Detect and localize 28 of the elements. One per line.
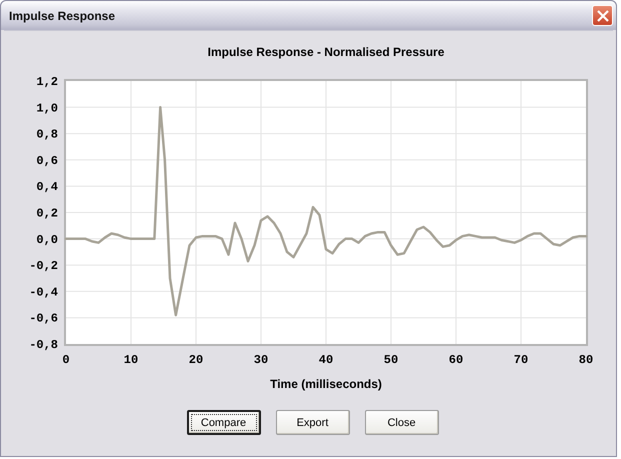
y-tick-label: 1,2 [36,75,58,89]
y-tick-label: -0,6 [29,312,58,326]
y-tick-label: 0,4 [36,180,58,194]
dialog-button[interactable]: Export [276,410,350,435]
close-icon [596,10,608,22]
x-tick-label: 0 [62,353,70,367]
x-tick-label: 10 [124,353,138,367]
y-tick-label: -0,4 [29,285,58,300]
x-tick-label: 70 [514,353,528,367]
x-tick-label: 20 [188,353,204,367]
x-tick-label: 50 [384,353,398,367]
chart-title: Impulse Response - Normalised Pressure [208,45,444,59]
close-button[interactable] [592,5,613,26]
x-tick-label: 40 [318,353,334,367]
y-tick-label: 0,0 [36,232,58,247]
y-tick-label: -0,2 [29,259,58,274]
y-tick-label: 1,0 [36,101,58,116]
x-axis-label: Time (milliseconds) [270,377,382,391]
y-tick-label: 0,6 [36,154,58,168]
x-tick-label: 80 [578,353,594,367]
y-tick-label: -0,8 [29,338,58,352]
window-title: Impulse Response [9,8,116,22]
x-tick-label: 60 [448,353,464,367]
x-tick-label: 30 [254,353,268,367]
y-tick-label: 0,2 [36,206,58,220]
dialog-button[interactable]: Close [364,410,438,435]
y-tick-label: 0,8 [36,128,58,142]
dialog-button[interactable]: Compare [186,410,260,435]
